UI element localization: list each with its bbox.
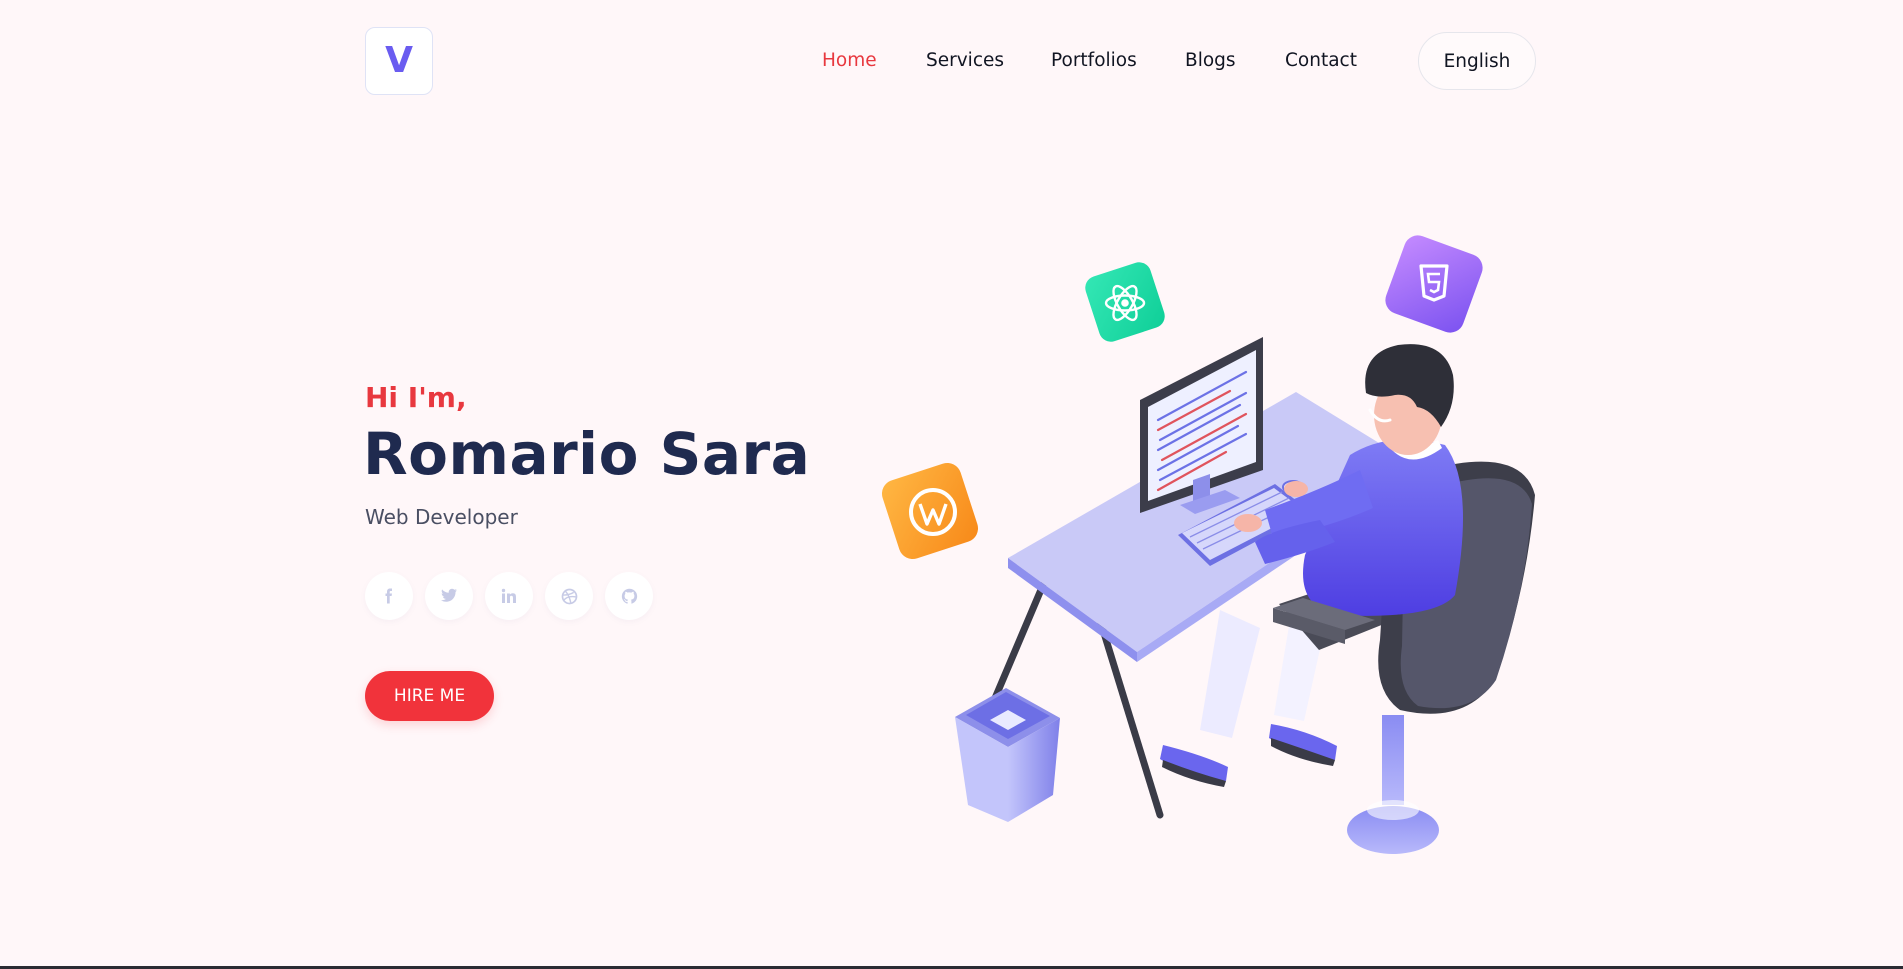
language-button[interactable]: English: [1418, 32, 1536, 90]
nav-blogs[interactable]: Blogs: [1185, 47, 1236, 75]
hero-greeting: Hi I'm,: [365, 381, 467, 414]
github-icon[interactable]: [605, 572, 653, 620]
trash-bin-illustration: [955, 688, 1060, 822]
developer-illustration: [881, 235, 1535, 854]
nav-contact[interactable]: Contact: [1285, 47, 1357, 75]
site-logo[interactable]: V: [365, 27, 433, 95]
hero-name: Romario Sara: [363, 420, 811, 488]
social-links: [365, 572, 653, 620]
html5-icon: [1385, 235, 1483, 333]
logo-letter: V: [385, 40, 413, 81]
language-label: English: [1443, 50, 1511, 72]
twitter-icon[interactable]: [425, 572, 473, 620]
nav-services[interactable]: Services: [926, 47, 1004, 75]
nav-home[interactable]: Home: [822, 47, 877, 75]
facebook-icon[interactable]: [365, 572, 413, 620]
dribbble-icon[interactable]: [545, 572, 593, 620]
react-icon: [1085, 262, 1165, 342]
nav-portfolios[interactable]: Portfolios: [1051, 47, 1137, 75]
page: V Home Services Portfolios Blogs Contact…: [0, 0, 1903, 969]
wordpress-icon: [881, 462, 979, 560]
hero-role: Web Developer: [365, 505, 518, 529]
linkedin-icon[interactable]: [485, 572, 533, 620]
hire-me-button[interactable]: HIRE ME: [365, 671, 494, 721]
